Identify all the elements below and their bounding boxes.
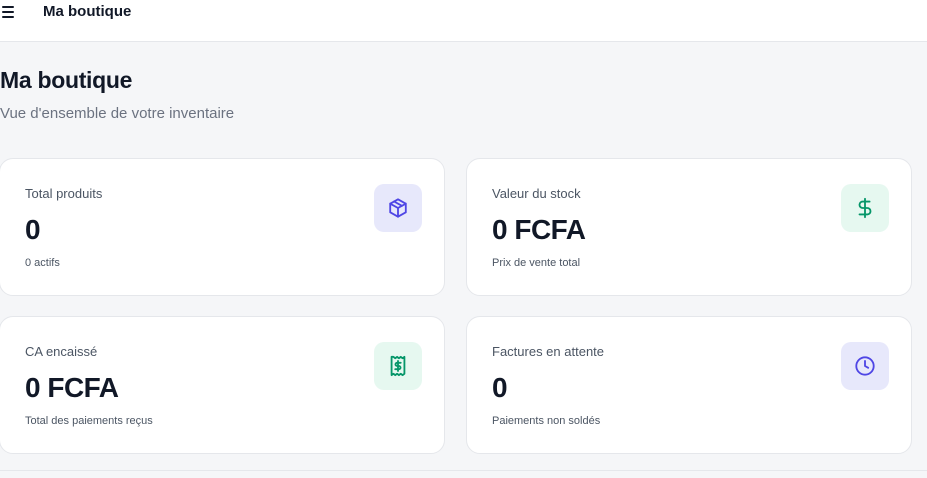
dollar-icon	[841, 184, 889, 232]
package-icon	[374, 184, 422, 232]
page-title: Ma boutique	[0, 67, 133, 93]
stat-card-valeur-stock: Valeur du stock 0 FCFA Prix de vente tot…	[466, 158, 912, 296]
card-label: Valeur du stock	[492, 186, 581, 201]
card-subtext: Paiements non soldés	[492, 415, 601, 427]
card-value: 0 FCFA	[25, 372, 119, 403]
card-label: Total produits	[25, 186, 103, 201]
card-label: CA encaissé	[25, 344, 98, 359]
card-subtext: 0 actifs	[25, 257, 60, 269]
page-subtitle: Vue d'ensemble de votre inventaire	[0, 105, 235, 122]
card-value: 0	[492, 372, 508, 403]
stat-card-factures-attente: Factures en attente 0 Paiements non sold…	[466, 316, 912, 454]
receipt-icon	[374, 342, 422, 390]
hamburger-menu-icon[interactable]	[2, 4, 18, 20]
stat-card-ca-encaisse: CA encaissé 0 FCFA Total des paiements r…	[0, 316, 445, 454]
topbar-title: Ma boutique	[43, 3, 132, 20]
card-value: 0 FCFA	[492, 214, 586, 245]
divider	[0, 470, 927, 471]
top-bar: Ma boutique	[0, 0, 927, 42]
card-value: 0	[25, 214, 41, 245]
card-label: Factures en attente	[492, 344, 605, 359]
clock-icon	[841, 342, 889, 390]
stat-card-total-produits: Total produits 0 0 actifs	[0, 158, 445, 296]
card-subtext: Prix de vente total	[492, 257, 581, 269]
card-subtext: Total des paiements reçus	[25, 415, 153, 427]
